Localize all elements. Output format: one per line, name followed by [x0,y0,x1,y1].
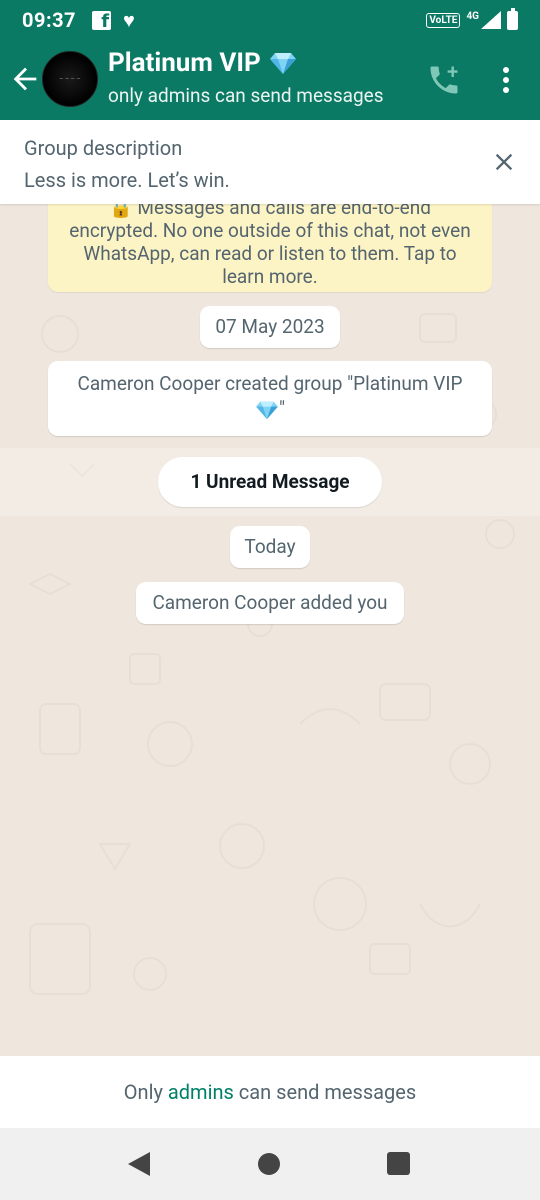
group-name: Platinum VIP [108,48,261,78]
admins-only-footer: Only admins can send messages [0,1056,540,1128]
footer-prefix: Only [123,1080,163,1104]
date-chip: 07 May 2023 [200,306,340,348]
nav-home-icon[interactable] [258,1153,280,1175]
more-options-icon[interactable] [498,64,514,98]
heart-icon: ♥ [123,8,135,32]
admins-link[interactable]: admins [168,1080,234,1104]
group-avatar[interactable]: — — — — [42,51,98,107]
group-subtitle[interactable]: only admins can send messages [108,84,384,107]
status-right: VoLTE 4G [426,7,518,30]
group-created-notice: Cameron Cooper created group "Platinum V… [48,361,492,436]
volte-badge: VoLTE [426,12,461,28]
close-icon[interactable] [490,148,518,176]
description-text: Less is more. Let’s win. [24,168,230,192]
created-text-tail: " [278,397,286,420]
footer-suffix: can send messages [238,1080,417,1104]
nav-recents-icon[interactable] [387,1152,410,1175]
network-type: 4G [466,10,479,22]
encryption-notice[interactable]: 🔒 Messages and calls are end-to-end encr… [48,204,492,292]
chat-area[interactable]: 🔒 Messages and calls are end-to-end encr… [0,204,540,1056]
added-you-notice: Cameron Cooper added you [136,582,404,624]
add-call-icon[interactable] [426,62,462,98]
status-time: 09:37 [22,8,77,32]
diamond-icon [256,401,278,420]
nav-back-icon[interactable] [126,1150,152,1178]
date-chip-today: Today [230,526,310,568]
battery-icon [507,7,518,30]
status-left: 09:37 ♥ [22,8,135,32]
unread-message-badge: 1 Unread Message [158,457,382,507]
signal-icon [481,11,501,29]
status-bar: 09:37 ♥ VoLTE 4G [0,0,540,40]
chat-header: — — — — Platinum VIP only admins can sen… [0,40,540,120]
description-title: Group description [24,136,183,160]
back-arrow-icon[interactable] [8,62,42,96]
diamond-icon [269,53,296,74]
system-nav-bar [0,1128,540,1200]
created-text: Cameron Cooper created group "Platinum V… [77,372,463,395]
group-description-panel[interactable]: Group description Less is more. Let’s wi… [0,120,540,204]
facebook-icon [92,10,112,32]
group-title[interactable]: Platinum VIP [108,48,297,78]
